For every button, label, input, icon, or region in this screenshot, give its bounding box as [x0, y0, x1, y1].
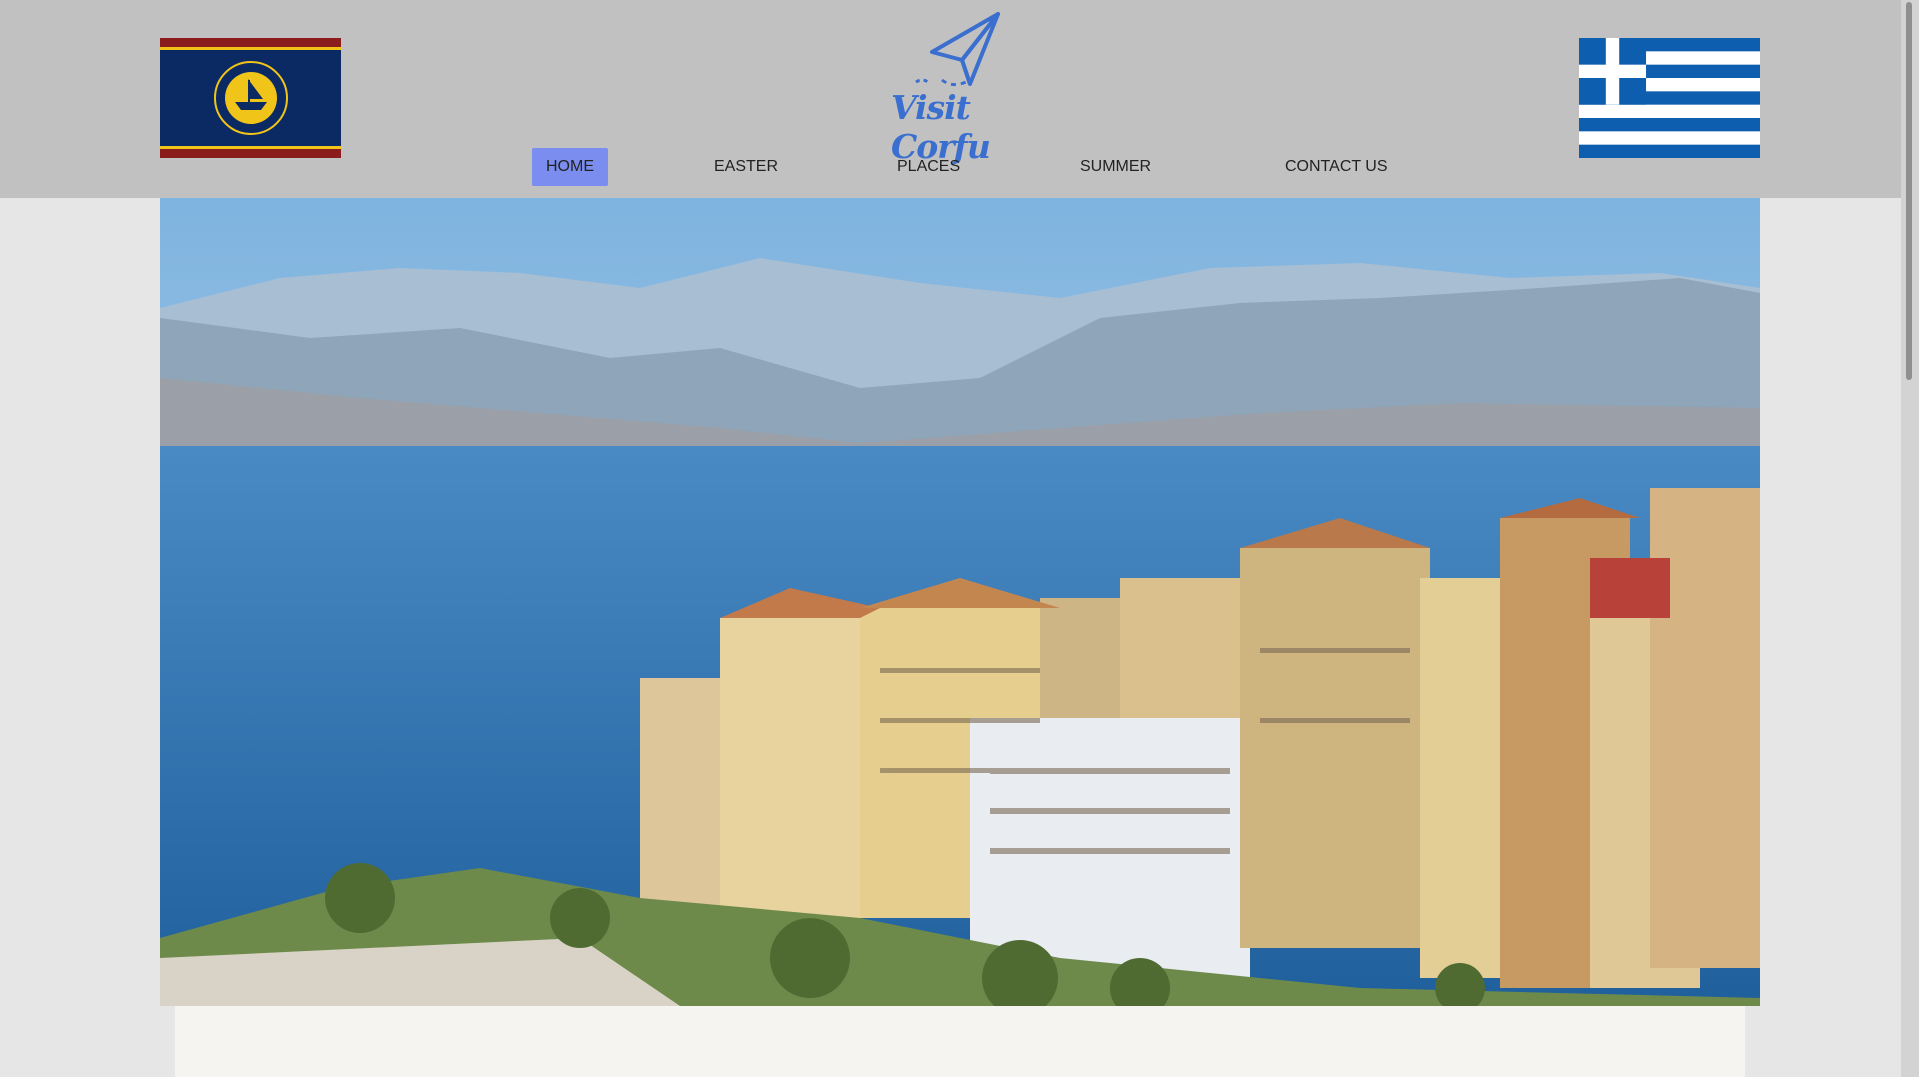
nav-item-contact-us[interactable]: CONTACT US — [1271, 148, 1402, 186]
hero-image — [160, 198, 1760, 1006]
nav-item-places[interactable]: PLACES — [883, 148, 974, 186]
site-header: Visit Corfu HOME EASTER PLACES SUMMER CO… — [0, 0, 1919, 198]
content-panel — [175, 1006, 1745, 1077]
scrollbar-thumb[interactable] — [1906, 2, 1912, 380]
nav-item-easter[interactable]: EASTER — [700, 148, 792, 186]
nav-item-home[interactable]: HOME — [532, 148, 608, 186]
vertical-scrollbar[interactable] — [1901, 0, 1919, 1077]
nav-item-summer[interactable]: SUMMER — [1066, 148, 1165, 186]
greek-flag-icon[interactable] — [1579, 38, 1760, 158]
municipality-flag-icon[interactable] — [160, 38, 341, 158]
